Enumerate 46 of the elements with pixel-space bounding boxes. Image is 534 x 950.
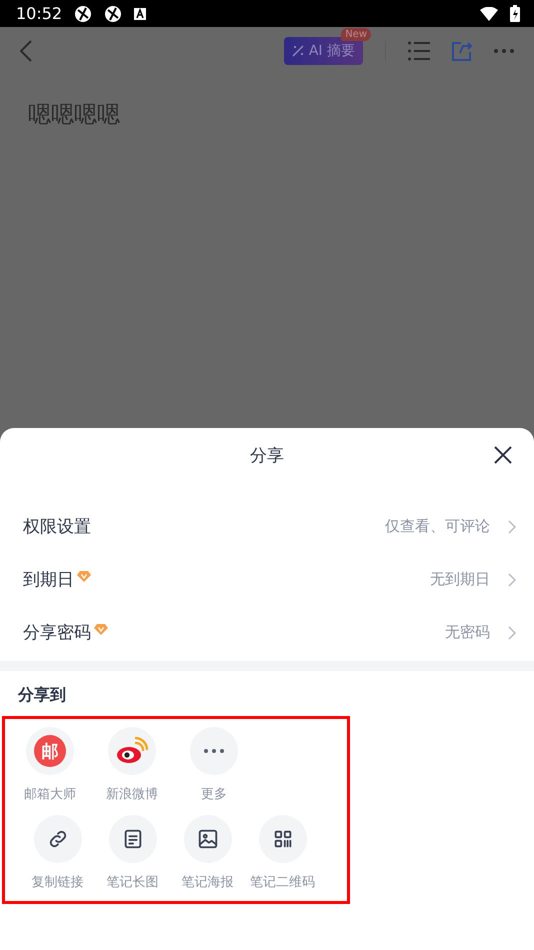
mail-logo-icon: 邮 (34, 735, 66, 767)
share-target-button[interactable]: 更多 (173, 727, 255, 803)
app-notification-icon (74, 4, 92, 22)
share-target-label: 笔记海报 (182, 874, 234, 891)
share-target-label: 更多 (201, 786, 227, 803)
share-target-label: 复制链接 (32, 874, 84, 891)
status-time: 10:52 (16, 4, 62, 23)
share-target-label: 笔记长图 (106, 874, 158, 891)
note-title: 嗯嗯嗯嗯 (28, 102, 120, 128)
chevron-right-icon (508, 520, 516, 534)
wifi-icon (480, 6, 498, 20)
setting-label: 到期日 (23, 569, 74, 591)
back-icon[interactable] (20, 40, 32, 62)
sheet-title: 分享 (250, 444, 284, 466)
chevron-right-icon (508, 572, 516, 586)
qr-code-icon (272, 828, 294, 850)
more-icon[interactable] (494, 49, 514, 53)
share-target-button[interactable]: 笔记二维码 (245, 815, 320, 891)
setting-label: 权限设置 (23, 516, 91, 538)
setting-value[interactable]: 仅查看、可评论 (385, 517, 516, 536)
chevron-right-icon (508, 626, 516, 640)
ai-summary-button[interactable]: AI 摘要 (284, 37, 363, 65)
share-target-button[interactable]: 笔记海报 (170, 815, 245, 891)
eye-logo-icon (116, 737, 148, 765)
share-target-label: 邮箱大师 (24, 786, 76, 803)
close-icon (492, 444, 514, 466)
app-notification-icon (104, 4, 122, 22)
share-target-label: 笔记二维码 (250, 874, 315, 891)
list-icon[interactable] (408, 41, 430, 61)
more-icon (203, 748, 225, 754)
new-badge: New (341, 28, 371, 41)
share-target-button[interactable]: 邮 邮箱大师 (9, 727, 91, 803)
share-target-button[interactable]: 复制链接 (20, 815, 95, 891)
share-target-button[interactable]: 新浪微博 (91, 727, 173, 803)
close-button[interactable] (492, 444, 514, 466)
keyboard-notification-icon (134, 8, 146, 20)
setting-label: 分享密码 (23, 622, 91, 644)
setting-value[interactable]: 无到期日 (430, 570, 516, 589)
share-icon[interactable] (452, 41, 472, 61)
battery-icon (510, 5, 520, 22)
sparkle-icon (292, 45, 304, 57)
section-title: 分享到 (18, 685, 66, 704)
image-icon (196, 828, 218, 850)
share-target-button[interactable]: 笔记长图 (95, 815, 170, 891)
share-target-label: 新浪微博 (106, 786, 158, 803)
setting-value[interactable]: 无密码 (445, 623, 516, 642)
